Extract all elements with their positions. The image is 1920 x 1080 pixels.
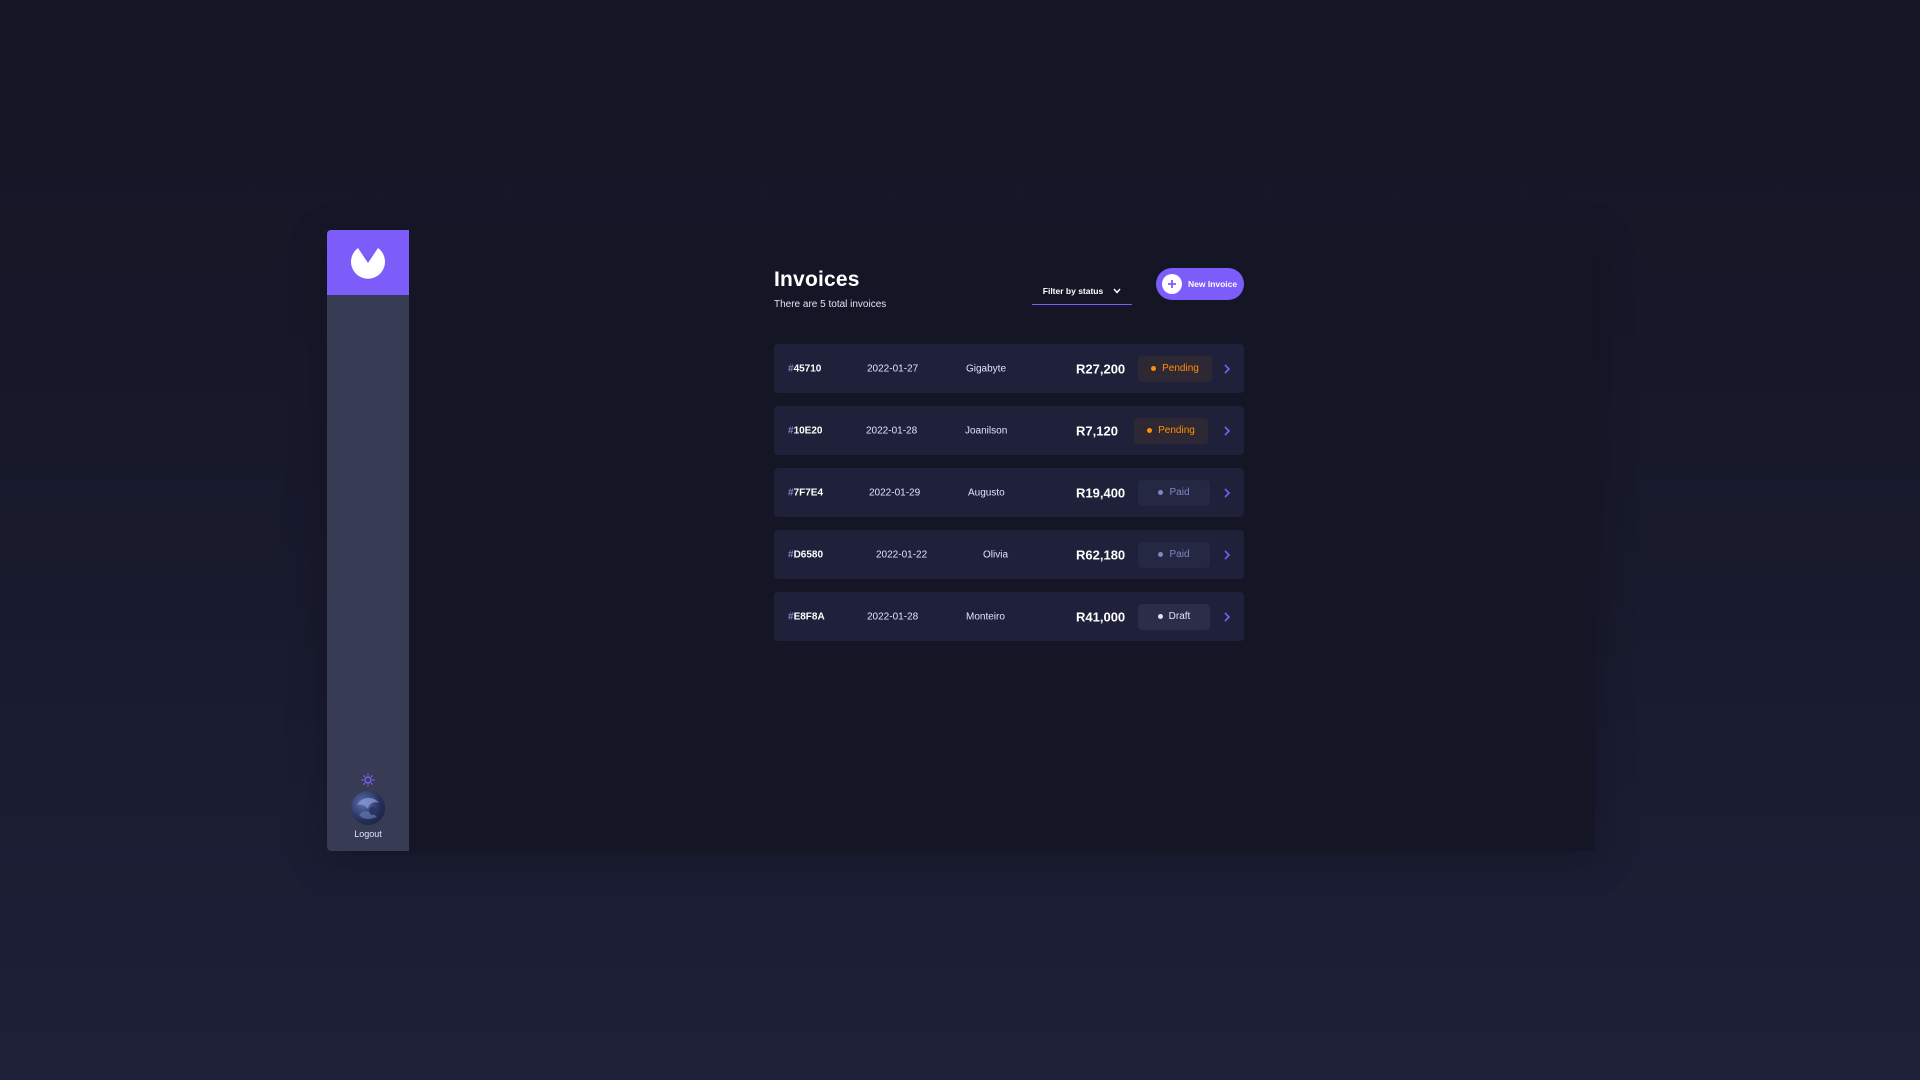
- invoice-id: #7F7E4: [788, 487, 824, 498]
- invoice-client: Gigabyte: [966, 363, 1007, 374]
- status-badge: Pending: [1134, 417, 1208, 444]
- status-dot: [1158, 552, 1164, 557]
- invoice-amount: R7,120: [1076, 423, 1118, 438]
- invoice-client: Augusto: [968, 487, 1005, 498]
- chevron-down-icon: [1113, 288, 1121, 294]
- filter-dropdown[interactable]: Filter by status: [1032, 278, 1132, 305]
- status-dot: [1158, 490, 1164, 495]
- invoice-date: 2022-01-29: [869, 487, 921, 498]
- chevron-right-icon: [1224, 487, 1231, 498]
- avatar-image: [357, 797, 379, 819]
- status-badge: Paid: [1138, 541, 1210, 568]
- status-dot: [1157, 614, 1163, 619]
- status-label: Pending: [1158, 425, 1195, 436]
- theme-toggle-icon[interactable]: [361, 773, 375, 787]
- status-label: Paid: [1169, 487, 1190, 498]
- status-label: Paid: [1169, 549, 1190, 560]
- status-dot: [1151, 366, 1157, 371]
- status-badge: Pending: [1138, 355, 1212, 382]
- invoice-id: #D6580: [788, 549, 824, 560]
- invoice-amount: R41,000: [1076, 609, 1126, 624]
- chevron-right-icon: [1224, 425, 1231, 436]
- status-dot: [1147, 428, 1153, 433]
- invoice-row[interactable]: #E8F8A 2022-01-28 Monteiro R41,000 Draft: [774, 592, 1244, 641]
- invoice-amount: R27,200: [1076, 361, 1126, 376]
- invoice-row[interactable]: #45710 2022-01-27 Gigabyte R27,200 Pendi…: [774, 344, 1244, 393]
- invoice-count: There are 5 total invoices: [774, 299, 887, 310]
- sidebar-bottom: Logout: [327, 773, 409, 839]
- invoice-date: 2022-01-28: [866, 425, 918, 436]
- invoice-date: 2022-01-28: [867, 611, 919, 622]
- new-invoice-button[interactable]: New Invoice: [1156, 268, 1244, 300]
- filter-label: Filter by status: [1042, 286, 1104, 296]
- app-window: Logout Invoices There are 5 total invoic…: [327, 230, 1595, 851]
- invoice-list: #45710 2022-01-27 Gigabyte R27,200 Pendi…: [774, 344, 1244, 641]
- chevron-right-icon: [1224, 549, 1231, 560]
- chevron-right-icon: [1224, 611, 1231, 622]
- invoice-amount: R19,400: [1076, 485, 1126, 500]
- new-invoice-label: New Invoice: [1188, 279, 1238, 289]
- chevron-right-icon: [1224, 363, 1231, 374]
- plus-icon: [1162, 274, 1182, 294]
- invoice-id: #10E20: [788, 425, 823, 436]
- logout-link[interactable]: Logout: [354, 829, 382, 839]
- status-badge: Draft: [1138, 603, 1210, 630]
- status-label: Draft: [1168, 611, 1191, 622]
- invoice-client: Joanilson: [965, 425, 1008, 436]
- invoice-id: #45710: [788, 363, 822, 374]
- page-header: Invoices There are 5 total invoices Filt…: [774, 268, 1244, 344]
- invoice-row[interactable]: #10E20 2022-01-28 Joanilson R7,120 Pendi…: [774, 406, 1244, 455]
- invoice-date: 2022-01-27: [867, 363, 919, 374]
- invoice-id: #E8F8A: [788, 611, 825, 622]
- invoice-row[interactable]: #D6580 2022-01-22 Olivia R62,180 Paid: [774, 530, 1244, 579]
- status-badge: Paid: [1138, 479, 1210, 506]
- invoice-client: Monteiro: [966, 611, 1005, 622]
- invoice-row[interactable]: #7F7E4 2022-01-29 Augusto R19,400 Paid: [774, 468, 1244, 517]
- main-content: Invoices There are 5 total invoices Filt…: [774, 268, 1244, 654]
- invoice-date: 2022-01-22: [876, 549, 928, 560]
- avatar[interactable]: [351, 791, 385, 825]
- sidebar: Logout: [327, 230, 409, 851]
- invoice-client: Olivia: [983, 549, 1009, 560]
- invoice-amount: R62,180: [1076, 547, 1126, 562]
- logo[interactable]: [327, 230, 409, 295]
- logo-icon: [351, 247, 385, 279]
- status-label: Pending: [1162, 363, 1199, 374]
